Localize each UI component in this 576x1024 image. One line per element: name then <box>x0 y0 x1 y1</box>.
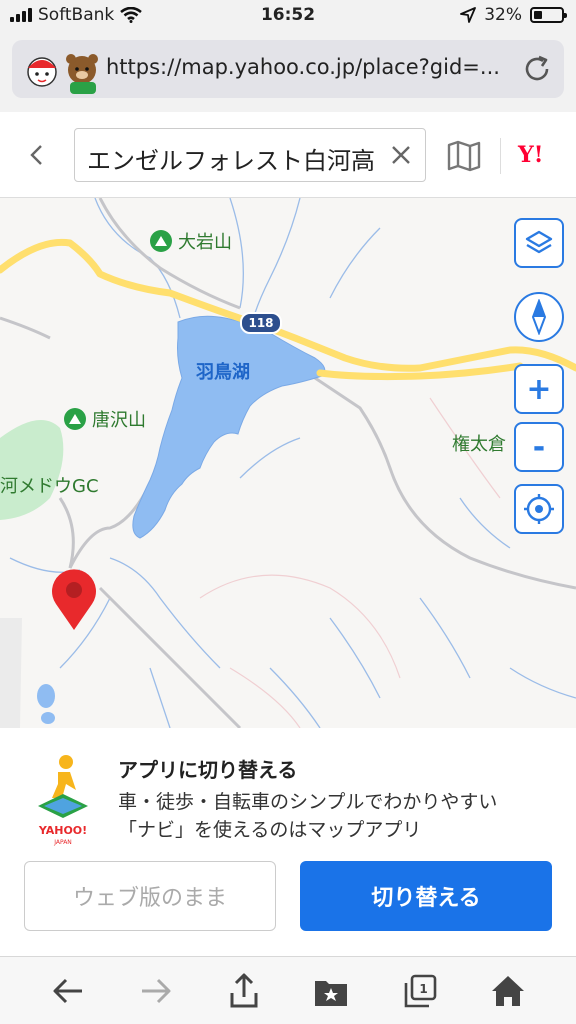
battery-percent: 32% <box>484 5 522 25</box>
banner-desc-line1: 車・徒歩・自転車のシンプルでわかりやすい <box>118 791 498 813</box>
route-badge: 118 <box>240 312 282 334</box>
url-text: https://map.yahoo.co.jp/place?gid=... <box>106 55 500 79</box>
map-view[interactable]: 大岩山 唐沢山 羽鳥湖 権太倉 河メドウGC 118 + - <box>0 198 576 728</box>
layers-icon <box>525 230 553 254</box>
location-pin-icon[interactable] <box>48 568 100 632</box>
banner-desc-line2: 「ナビ」を使えるのはマップアプリ <box>118 819 422 841</box>
layers-button[interactable] <box>514 218 564 268</box>
banner-description: 車・徒歩・自転車のシンプルでわかりやすい 「ナビ」を使えるのはマップアプリ <box>118 788 558 844</box>
bookmarks-icon[interactable] <box>313 973 349 1009</box>
svg-text:YAHOO!: YAHOO! <box>38 824 87 837</box>
place-label: 権太倉 <box>452 434 506 455</box>
switch-to-app-button[interactable]: 切り替える <box>300 861 552 931</box>
map-canvas <box>0 198 576 728</box>
browser-address-area: https://map.yahoo.co.jp/place?gid=... <box>0 32 576 112</box>
yahoo-logo[interactable]: Y! <box>518 142 543 168</box>
svg-text:JAPAN: JAPAN <box>53 839 72 846</box>
back-arrow-icon[interactable] <box>50 973 86 1009</box>
address-bar[interactable]: https://map.yahoo.co.jp/place?gid=... <box>12 40 564 98</box>
search-value: エンゼルフォレスト白河高 <box>87 147 375 175</box>
location-arrow-icon <box>460 7 477 23</box>
status-right: 32% <box>460 5 567 25</box>
crosshair-icon <box>524 494 554 524</box>
home-icon[interactable] <box>490 973 526 1009</box>
back-chevron-icon[interactable] <box>24 140 50 170</box>
browser-toolbar: 1 <box>0 956 576 1024</box>
tabs-icon[interactable]: 1 <box>402 973 438 1009</box>
banner-title: アプリに切り替える <box>118 758 298 782</box>
mountain-label-karasawa: 唐沢山 <box>64 406 146 432</box>
stay-web-button[interactable]: ウェブ版のまま <box>24 861 276 931</box>
svg-text:1: 1 <box>419 982 427 996</box>
search-input[interactable]: エンゼルフォレスト白河高 <box>74 128 426 182</box>
mountain-icon <box>64 408 86 430</box>
battery-icon <box>530 7 567 23</box>
reload-icon[interactable] <box>522 54 552 84</box>
compass-button[interactable] <box>514 292 564 342</box>
current-location-button[interactable] <box>514 484 564 534</box>
map-header: エンゼルフォレスト白河高 Y! <box>0 112 576 198</box>
status-bar: SoftBank 16:52 32% <box>0 0 576 32</box>
zoom-in-button[interactable]: + <box>514 364 564 414</box>
favicon-characters <box>27 54 98 94</box>
compass-icon <box>531 299 547 335</box>
map-icon[interactable] <box>446 140 482 172</box>
zoom-out-button[interactable]: - <box>514 422 564 472</box>
clear-icon[interactable] <box>389 143 413 167</box>
header-divider <box>500 138 501 174</box>
app-switch-banner: YAHOO! JAPAN アプリに切り替える 車・徒歩・自転車のシンプルでわかり… <box>0 728 576 956</box>
golf-label: 河メドウGC <box>0 476 99 497</box>
mountain-label-oiwa: 大岩山 <box>150 228 232 254</box>
mountain-icon <box>150 230 172 252</box>
forward-arrow-icon[interactable] <box>138 973 174 1009</box>
yahoo-map-app-icon: YAHOO! JAPAN <box>38 755 88 846</box>
share-icon[interactable] <box>226 973 262 1009</box>
lake-label: 羽鳥湖 <box>196 362 250 383</box>
